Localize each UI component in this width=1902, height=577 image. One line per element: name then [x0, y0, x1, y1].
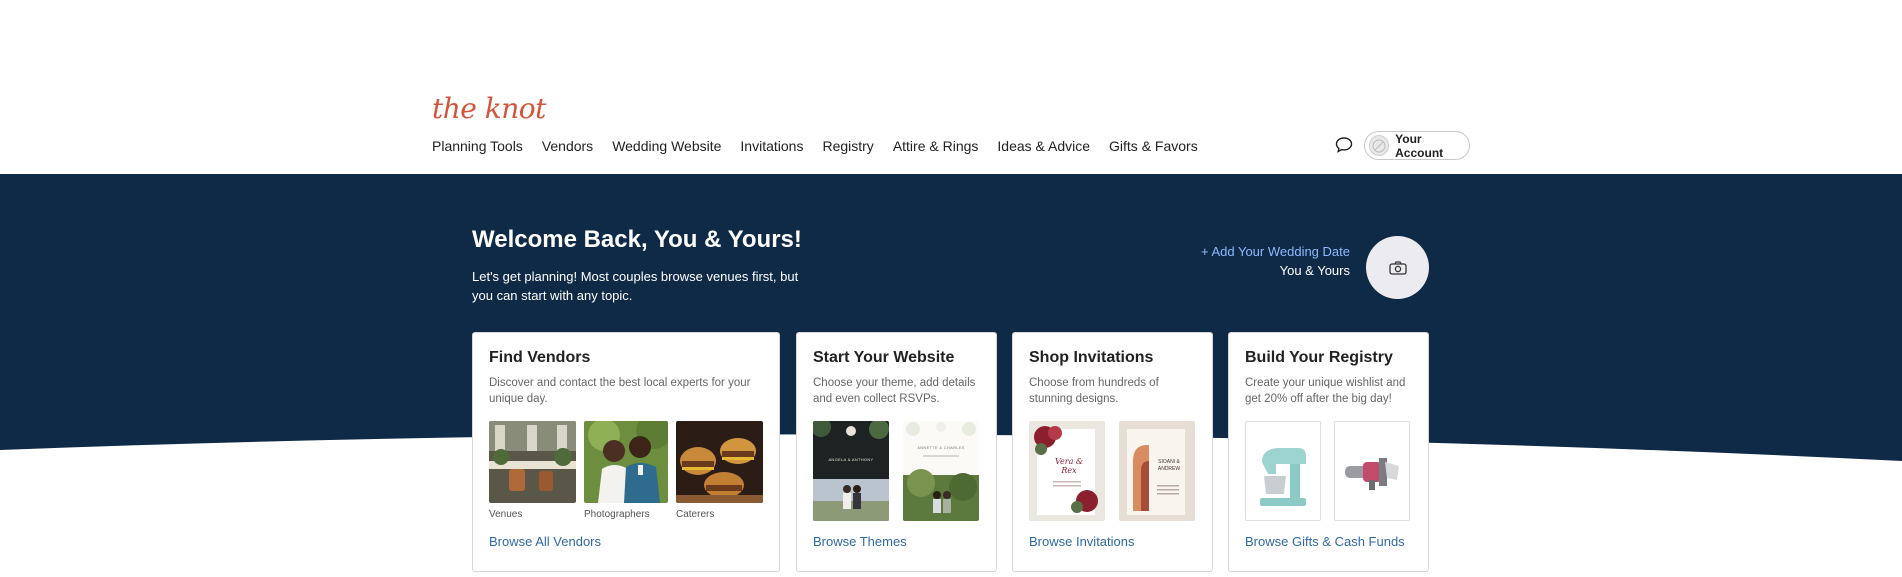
card-description: Choose your theme, add details and even … — [813, 377, 976, 405]
browse-gifts-cash-funds-link[interactable]: Browse Gifts & Cash Funds — [1245, 534, 1405, 549]
theme-light-floral-image[interactable]: ANNETTE & CHARLES — [903, 421, 979, 521]
browse-themes-link[interactable]: Browse Themes — [813, 534, 907, 549]
shop-invitations-card[interactable]: Shop Invitations Choose from hundreds of… — [1012, 332, 1213, 572]
build-registry-card[interactable]: Build Your Registry Create your unique w… — [1228, 332, 1429, 572]
card-description: Create your unique wishlist and get 20% … — [1245, 377, 1406, 405]
nav-registry[interactable]: Registry — [822, 138, 873, 154]
card-description: Choose from hundreds of stunning designs… — [1029, 377, 1159, 405]
your-account-button[interactable]: Your Account — [1364, 131, 1470, 160]
find-vendors-card[interactable]: Find Vendors Discover and contact the be… — [472, 332, 780, 572]
nav-invitations[interactable]: Invitations — [740, 138, 803, 154]
camera-icon — [1388, 260, 1407, 275]
welcome-subtitle: Let's get planning! Most couples browse … — [472, 269, 799, 303]
browse-invitations-link[interactable]: Browse Invitations — [1029, 534, 1135, 549]
registry-thumbnails — [1245, 421, 1410, 521]
card-description: Discover and contact the best local expe… — [489, 377, 751, 405]
theme-dark-floral-image[interactable]: ANGELA & ANTHONY — [813, 421, 889, 521]
nav-attire-rings[interactable]: Attire & Rings — [893, 138, 979, 154]
caterers-caption[interactable]: Caterers — [676, 509, 714, 520]
add-wedding-date-link[interactable]: + Add Your Wedding Date — [1201, 244, 1350, 259]
caterers-image[interactable] — [676, 421, 763, 503]
card-title: Shop Invitations — [1029, 349, 1154, 366]
your-account-label: Your Account — [1395, 131, 1444, 160]
card-title: Build Your Registry — [1245, 349, 1393, 366]
venues-caption[interactable]: Venues — [489, 509, 522, 520]
nav-ideas-advice[interactable]: Ideas & Advice — [997, 138, 1090, 154]
nav-vendors[interactable]: Vendors — [542, 138, 593, 154]
chat-bubble-icon[interactable] — [1334, 135, 1354, 155]
card-title: Find Vendors — [489, 349, 591, 366]
invitation1-script-names: Vera & Rex — [1054, 457, 1084, 475]
start-website-card[interactable]: Start Your Website Choose your theme, ad… — [796, 332, 997, 572]
invitation2-couple-names: SIOANI & ANDREW — [1157, 459, 1181, 472]
theme2-couple-names: ANNETTE & CHARLES — [917, 445, 965, 450]
venues-image[interactable] — [489, 421, 576, 503]
nav-gifts-favors[interactable]: Gifts & Favors — [1109, 138, 1198, 154]
card-title: Start Your Website — [813, 349, 955, 366]
browse-all-vendors-link[interactable]: Browse All Vendors — [489, 534, 601, 549]
photographers-image[interactable] — [584, 421, 668, 503]
cordless-vacuum-image[interactable] — [1334, 421, 1410, 521]
welcome-title: Welcome Back, You & Yours! — [472, 226, 802, 253]
website-theme-thumbnails: ANGELA & ANTHONY ANNETTE & CHARLES — [813, 421, 979, 521]
photographers-caption[interactable]: Photographers — [584, 509, 650, 520]
nav-planning-tools[interactable]: Planning Tools — [432, 138, 523, 154]
invitation-modern-arch-image[interactable]: SIOANI & ANDREW — [1119, 421, 1195, 521]
vendor-thumbnails — [489, 421, 763, 503]
theme1-couple-names: ANGELA & ANTHONY — [828, 457, 874, 462]
main-nav: Planning Tools Vendors Wedding Website I… — [432, 138, 1217, 154]
the-knot-logo[interactable]: the knot — [432, 92, 546, 125]
invitation-burgundy-floral-image[interactable]: Vera & Rex — [1029, 421, 1105, 521]
add-photo-button[interactable] — [1366, 236, 1429, 299]
stand-mixer-image[interactable] — [1245, 421, 1321, 521]
avatar-icon — [1369, 135, 1390, 156]
nav-wedding-website[interactable]: Wedding Website — [612, 138, 721, 154]
invitation-thumbnails: Vera & Rex SIOANI & ANDREW — [1029, 421, 1195, 521]
page: the knot Planning Tools Vendors Wedding … — [0, 0, 1902, 577]
couple-name: You & Yours — [1279, 263, 1350, 278]
